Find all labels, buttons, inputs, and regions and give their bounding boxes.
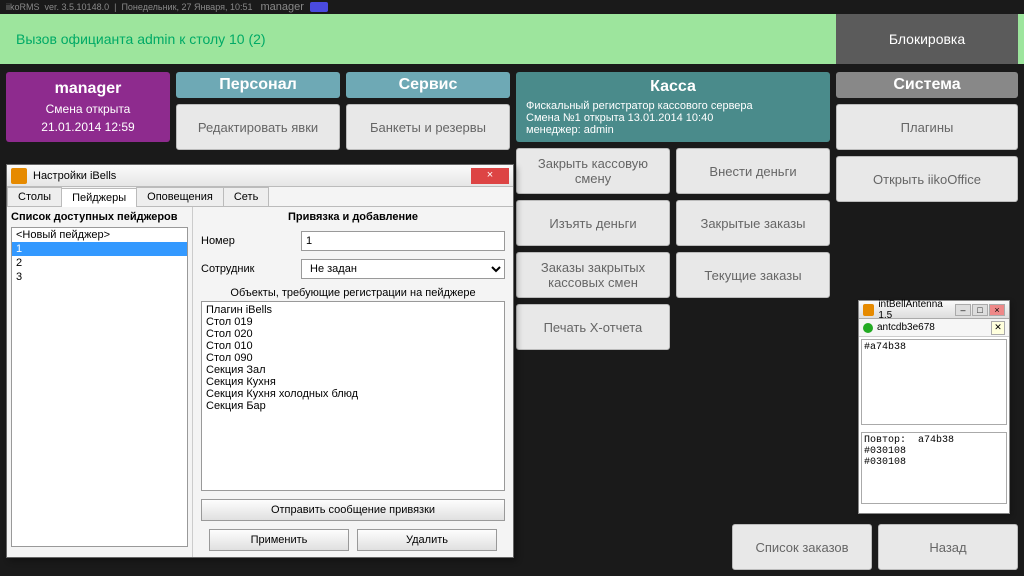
app-name: iikoRMS (6, 2, 40, 12)
antenna-title: intBellAntenna 1.5 (878, 299, 955, 321)
list-item[interactable]: Стол 020 (204, 328, 502, 340)
dialog-tabs: Столы Пейджеры Оповещения Сеть (7, 187, 513, 207)
dialog-titlebar[interactable]: Настройки iBells × (7, 165, 513, 187)
list-item[interactable]: 1 (12, 242, 187, 256)
number-input[interactable] (301, 231, 505, 251)
list-item[interactable]: Стол 090 (204, 352, 502, 364)
antenna-log-2[interactable] (861, 432, 1007, 504)
closed-orders-button[interactable]: Закрытые заказы (676, 200, 830, 246)
send-binding-button[interactable]: Отправить сообщение привязки (201, 499, 505, 521)
kassa-info3: менеджер: admin (526, 124, 614, 136)
service-header: Сервис (346, 72, 510, 98)
list-item[interactable]: 2 (12, 256, 187, 270)
current-orders-button[interactable]: Текущие заказы (676, 252, 830, 298)
footer-bar: Список заказов Назад (732, 524, 1018, 570)
close-button[interactable]: × (989, 304, 1005, 316)
close-shift-button[interactable]: Закрыть кассовую смену (516, 148, 670, 194)
personal-header: Персонал (176, 72, 340, 98)
shift-time: 21.01.2014 12:59 (41, 120, 134, 134)
kassa-title: Касса (650, 78, 696, 96)
antenna-window: intBellAntenna 1.5 – □ × antcdb3e678 ✕ (858, 300, 1010, 514)
user-name: manager (55, 80, 122, 98)
dialog-title: Настройки iBells (33, 170, 116, 182)
kassa-header: Касса Фискальный регистратор кассового с… (516, 72, 830, 142)
list-item[interactable]: Секция Зал (204, 364, 502, 376)
objects-list[interactable]: Плагин iBells Стол 019 Стол 020 Стол 010… (201, 301, 505, 491)
connection-id: antcdb3e678 (877, 322, 935, 333)
list-item[interactable]: Стол 010 (204, 340, 502, 352)
employee-label: Сотрудник (201, 263, 301, 275)
employee-select[interactable]: Не задан (301, 259, 505, 279)
list-item[interactable]: Секция Кухня холодных блюд (204, 388, 502, 400)
plugins-button[interactable]: Плагины (836, 104, 1018, 150)
apply-button[interactable]: Применить (209, 529, 349, 551)
tab-notifications[interactable]: Оповещения (136, 187, 224, 206)
tab-tables[interactable]: Столы (7, 187, 62, 206)
open-office-button[interactable]: Открыть iikoOffice (836, 156, 1018, 202)
shift-status: Смена открыта (46, 102, 131, 116)
edit-attendance-button[interactable]: Редактировать явки (176, 104, 340, 150)
pager-list[interactable]: <Новый пейджер> 1 2 3 (11, 227, 188, 547)
withdraw-button[interactable]: Изъять деньги (516, 200, 670, 246)
list-item[interactable]: 3 (12, 270, 187, 284)
banquets-button[interactable]: Банкеты и резервы (346, 104, 510, 150)
number-label: Номер (201, 235, 301, 247)
kassa-info1: Фискальный регистратор кассового сервера (526, 100, 753, 112)
xreport-button[interactable]: Печать X-отчета (516, 304, 670, 350)
pager-list-header: Список доступных пейджеров (11, 211, 188, 223)
clear-icon[interactable]: ✕ (991, 321, 1005, 335)
antenna-titlebar[interactable]: intBellAntenna 1.5 – □ × (859, 301, 1009, 319)
list-item[interactable]: Стол 019 (204, 316, 502, 328)
dialog-app-icon (11, 168, 27, 184)
back-button[interactable]: Назад (878, 524, 1018, 570)
antenna-status-bar: antcdb3e678 ✕ (859, 319, 1009, 337)
deposit-button[interactable]: Внести деньги (676, 148, 830, 194)
maximize-button[interactable]: □ (972, 304, 988, 316)
current-user: manager (261, 1, 304, 13)
notify-text: Вызов официанта admin к столу 10 (2) (16, 31, 266, 47)
closed-shift-orders-button[interactable]: Заказы закрытых кассовых смен (516, 252, 670, 298)
status-dot-icon (863, 323, 873, 333)
antenna-app-icon (863, 304, 874, 316)
minimize-button[interactable]: – (955, 304, 971, 316)
orders-list-button[interactable]: Список заказов (732, 524, 872, 570)
list-item[interactable]: Секция Бар (204, 400, 502, 412)
binding-header: Привязка и добавление (201, 211, 505, 223)
title-bar: iikoRMS ver. 3.5.10148.0 | Понедельник, … (0, 0, 1024, 14)
app-date: Понедельник, 27 Января, 10:51 (121, 2, 252, 12)
ibells-dialog: Настройки iBells × Столы Пейджеры Оповещ… (6, 164, 514, 558)
list-item[interactable]: Секция Кухня (204, 376, 502, 388)
tab-network[interactable]: Сеть (223, 187, 269, 206)
objects-header: Объекты, требующие регистрации на пейдже… (201, 287, 505, 299)
list-item[interactable]: <Новый пейджер> (12, 228, 187, 242)
list-item[interactable]: Плагин iBells (204, 304, 502, 316)
kassa-info2: Смена №1 открыта 13.01.2014 10:40 (526, 112, 713, 124)
delete-button[interactable]: Удалить (357, 529, 497, 551)
dialog-close-button[interactable]: × (471, 168, 509, 184)
app-version: ver. 3.5.10148.0 (45, 2, 110, 12)
system-header: Система (836, 72, 1018, 98)
user-badge-icon (310, 2, 328, 12)
antenna-log-1[interactable] (861, 339, 1007, 425)
user-panel[interactable]: manager Смена открыта 21.01.2014 12:59 (6, 72, 170, 142)
lock-button[interactable]: Блокировка (836, 14, 1018, 64)
tab-pagers[interactable]: Пейджеры (61, 188, 137, 207)
